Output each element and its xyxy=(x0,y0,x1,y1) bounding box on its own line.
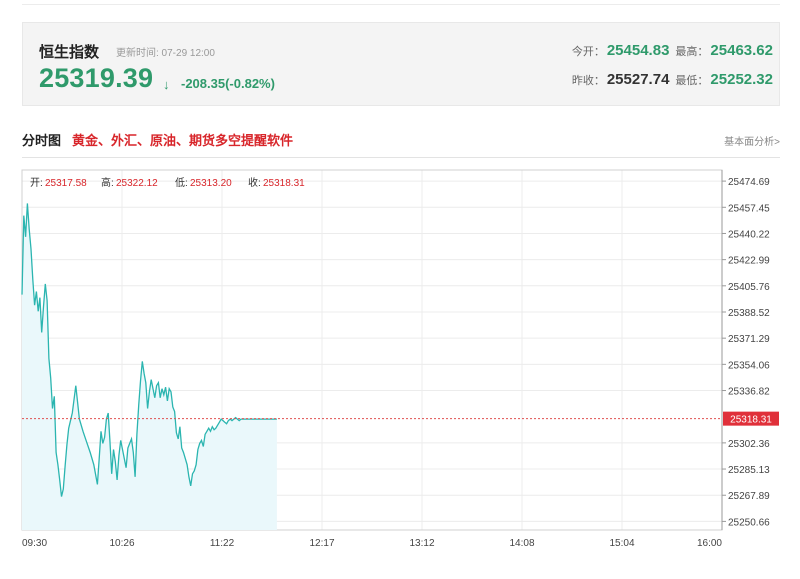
y-tick-label: 25405.76 xyxy=(728,282,770,293)
x-tick-label: 10:26 xyxy=(109,538,134,549)
ohlc-readout: 开: 25317.58 高: 25322.12 低: 25313.20 收: 2… xyxy=(30,176,305,189)
ohlc-close-value: 25318.31 xyxy=(263,178,305,189)
y-tick-label: 25354.06 xyxy=(728,360,770,371)
y-tick-label: 25250.66 xyxy=(728,517,770,528)
ohlc-open-label: 开: xyxy=(30,178,43,189)
y-tick-label: 25388.52 xyxy=(728,308,770,319)
x-tick-label: 09:30 xyxy=(22,538,47,549)
y-tick-label: 25474.69 xyxy=(728,177,770,188)
ohlc-high-value: 25322.12 xyxy=(116,178,158,189)
x-axis: 09:30 10:26 11:22 12:17 13:12 14:08 15:04 16:00 xyxy=(22,538,722,549)
x-tick-label: 15:04 xyxy=(609,538,634,549)
x-tick-label: 12:17 xyxy=(309,538,334,549)
ohlc-high-label: 高: xyxy=(101,176,114,189)
x-tick-label: 11:22 xyxy=(210,538,235,549)
x-tick-label: 16:00 xyxy=(697,538,722,549)
y-tick-label: 25336.82 xyxy=(728,387,770,398)
y-tick-label: 25371.29 xyxy=(728,334,770,345)
y-tick-label: 25457.45 xyxy=(728,203,770,214)
x-tick-label: 13:12 xyxy=(409,538,434,549)
current-value-marker: 25318.31 xyxy=(723,411,779,426)
y-tick-label: 25285.13 xyxy=(728,465,770,476)
ohlc-close-label: 收: xyxy=(248,176,261,189)
ohlc-open-value: 25317.58 xyxy=(45,178,87,189)
y-tick-label: 25302.36 xyxy=(728,439,770,450)
y-tick-label: 25422.99 xyxy=(728,256,770,267)
x-tick-label: 14:08 xyxy=(509,538,534,549)
ohlc-low-label: 低: xyxy=(175,176,188,189)
current-value-label: 25318.31 xyxy=(730,415,772,426)
y-tick-label: 25440.22 xyxy=(728,229,770,240)
intraday-chart: 25474.69 25457.45 25440.22 25422.99 25405.76… xyxy=(21,169,779,549)
ohlc-low-value: 25313.20 xyxy=(190,178,232,189)
y-tick-label: 25267.89 xyxy=(728,491,770,502)
y-axis: 25474.69 25457.45 25440.22 25422.99 25405.76… xyxy=(721,170,770,530)
